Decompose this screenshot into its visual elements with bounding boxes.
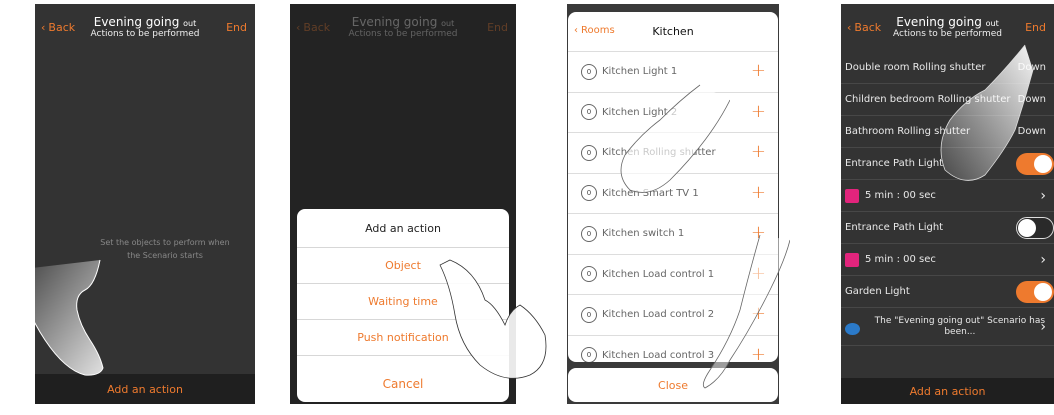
- item-label: Kitchen switch 1: [602, 228, 685, 240]
- add-icon[interactable]: +: [751, 182, 766, 203]
- chevron-left-icon: ‹: [296, 21, 301, 34]
- count-badge: 0: [581, 225, 597, 242]
- list-item[interactable]: 0 Kitchen Load control 1 +: [568, 255, 778, 295]
- count-badge: 0: [581, 266, 597, 283]
- object-list: 0 Kitchen Light 1 +0 Kitchen Light 2 +0 Kitch…: [568, 52, 778, 362]
- hand-icon: [845, 188, 859, 203]
- sheet-title: Add an action: [365, 221, 441, 235]
- count-badge: 0: [581, 144, 597, 161]
- status-value: Down: [1017, 62, 1046, 73]
- hand-icon: [845, 252, 859, 267]
- chevron-right-icon: ›: [1040, 187, 1046, 204]
- list-item: Entrance Path Light: [841, 148, 1054, 180]
- status-value: Down: [1017, 126, 1046, 137]
- end-button[interactable]: End: [226, 21, 247, 34]
- screen-kitchen-objects: ‹ Rooms Kitchen 0 Kitchen Light 1 +0 Kitche…: [567, 4, 779, 404]
- wait-item[interactable]: 5 min : 00 sec ›: [841, 180, 1054, 212]
- item-label: Kitchen Load control 2: [602, 309, 715, 321]
- header: ‹ Back Evening going out Actions to be p…: [290, 4, 516, 52]
- list-item[interactable]: 0 Kitchen Light 1 +: [568, 52, 778, 93]
- cancel-button[interactable]: Cancel: [297, 366, 509, 402]
- option-object[interactable]: Object: [297, 247, 509, 283]
- end-button[interactable]: End: [487, 21, 508, 34]
- back-button[interactable]: ‹ Back: [847, 21, 881, 34]
- notification-item[interactable]: The "Evening going out" Scenario has bee…: [841, 308, 1054, 346]
- count-badge: 0: [581, 185, 597, 202]
- list-item[interactable]: 0 Kitchen switch 1 +: [568, 214, 778, 255]
- add-icon[interactable]: +: [751, 303, 766, 324]
- add-action-button[interactable]: Add an action: [35, 374, 255, 404]
- status-value: Down: [1017, 94, 1046, 105]
- list-item[interactable]: 0 Kitchen Rolling shutter +: [568, 133, 778, 174]
- item-label: Kitchen Load control 3: [602, 349, 715, 361]
- list-item[interactable]: 0 Kitchen Light 2 +: [568, 93, 778, 133]
- empty-hint: Set the objects to perform when the Scen…: [100, 238, 230, 260]
- chevron-left-icon: ‹: [41, 21, 46, 34]
- back-button[interactable]: ‹ Back: [296, 21, 330, 34]
- objects-modal: ‹ Rooms Kitchen 0 Kitchen Light 1 +0 Kitche…: [568, 12, 778, 362]
- toggle-knob: [1034, 282, 1052, 301]
- end-button[interactable]: End: [1025, 21, 1046, 34]
- rooms-back-button[interactable]: ‹ Rooms: [574, 25, 615, 36]
- page-title: Evening going out Actions to be performe…: [893, 15, 1002, 39]
- count-badge: 0: [581, 306, 597, 323]
- message-icon: [845, 322, 860, 335]
- list-item[interactable]: Children bedroom Rolling shutter Down: [841, 84, 1054, 116]
- item-label: Kitchen Load control 1: [602, 268, 715, 280]
- page-title: Evening going out Actions to be performe…: [348, 15, 458, 39]
- list-item: Entrance Path Light: [841, 212, 1054, 244]
- add-icon[interactable]: +: [751, 101, 766, 122]
- option-push-notification[interactable]: Push notification: [297, 319, 509, 355]
- page-title: Evening going out Actions to be performe…: [90, 15, 200, 39]
- item-label: Kitchen Smart TV 1: [602, 187, 699, 199]
- screen-empty-actions: ‹ Back Evening going out Actions to be p…: [35, 4, 255, 404]
- chevron-left-icon: ‹: [847, 21, 852, 34]
- toggle-knob: [1018, 218, 1036, 237]
- add-action-button[interactable]: Add an action: [841, 378, 1054, 404]
- add-icon[interactable]: +: [751, 222, 766, 243]
- list-item[interactable]: Double room Rolling shutter Down: [841, 52, 1054, 84]
- item-label: Kitchen Light 1: [602, 66, 678, 78]
- list-item[interactable]: 0 Kitchen Load control 2 +: [568, 295, 778, 336]
- list-item: Garden Light: [841, 276, 1054, 308]
- list-item[interactable]: 0 Kitchen Load control 3 +: [568, 336, 778, 363]
- list-item[interactable]: 0 Kitchen Smart TV 1 +: [568, 174, 778, 214]
- back-button[interactable]: ‹ Back: [41, 21, 75, 34]
- screen-actions-list: ‹ Back Evening going out Actions to be p…: [841, 4, 1054, 404]
- screen-add-action-sheet: ‹ Back Evening going out Actions to be p…: [290, 4, 516, 404]
- modal-header: ‹ Rooms Kitchen: [568, 12, 778, 52]
- actions-list: Double room Rolling shutter Down Children…: [841, 52, 1054, 346]
- item-label: Kitchen Light 2: [602, 106, 678, 118]
- chevron-right-icon: ›: [1040, 251, 1046, 268]
- light-toggle[interactable]: [1016, 152, 1054, 175]
- wait-item[interactable]: 5 min : 00 sec ›: [841, 244, 1054, 276]
- action-sheet: Add an action Object Waiting time Push n…: [297, 209, 509, 391]
- toggle-knob: [1034, 154, 1052, 173]
- list-item[interactable]: Bathroom Rolling shutter Down: [841, 116, 1054, 148]
- close-button[interactable]: Close: [568, 368, 778, 402]
- count-badge: 0: [581, 63, 597, 80]
- add-icon[interactable]: +: [751, 60, 766, 81]
- add-icon[interactable]: +: [751, 263, 766, 284]
- header: ‹ Back Evening going out Actions to be p…: [841, 4, 1054, 52]
- item-label: Kitchen Rolling shutter: [602, 147, 716, 159]
- count-badge: 0: [581, 104, 597, 121]
- light-toggle[interactable]: [1016, 280, 1054, 303]
- chevron-left-icon: ‹: [574, 25, 578, 36]
- light-toggle[interactable]: [1016, 216, 1054, 239]
- add-icon[interactable]: +: [751, 344, 766, 363]
- count-badge: 0: [581, 347, 597, 362]
- option-waiting-time[interactable]: Waiting time: [297, 283, 509, 319]
- chevron-right-icon: ›: [1040, 318, 1046, 335]
- modal-title: Kitchen: [652, 25, 694, 38]
- add-icon[interactable]: +: [751, 141, 766, 162]
- header: ‹ Back Evening going out Actions to be p…: [35, 4, 255, 52]
